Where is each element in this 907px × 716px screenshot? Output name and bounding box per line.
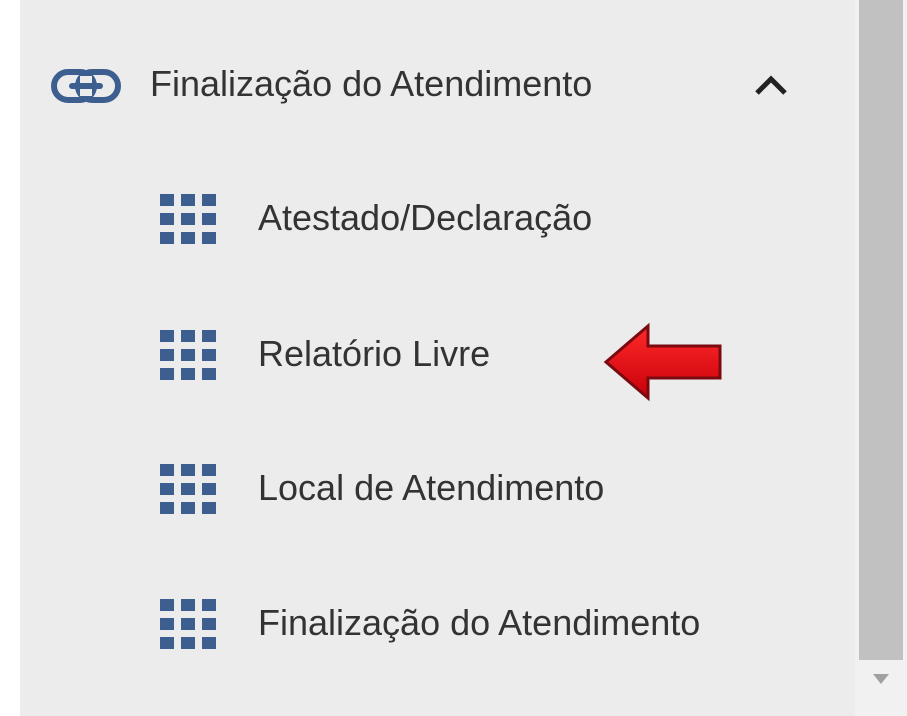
apps-grid-icon — [160, 599, 216, 649]
apps-grid-icon — [160, 194, 216, 244]
apps-grid-icon — [160, 464, 216, 514]
menu-item-finalizacao-do-atendimento[interactable]: Finalização do Atendimento — [140, 591, 840, 655]
link-icon — [51, 69, 121, 103]
chevron-up-icon[interactable] — [754, 74, 788, 96]
scrollbar-thumb[interactable] — [859, 0, 903, 660]
red-arrow-left-icon — [603, 322, 722, 402]
apps-grid-icon — [160, 330, 216, 380]
scroll-down-arrow-icon[interactable] — [869, 670, 893, 688]
menu-group-label: Finalização do Atendimento — [150, 63, 593, 104]
menu-item-atestado-declaracao[interactable]: Atestado/Declaração — [140, 186, 840, 250]
sidebar-panel: Finalização do Atendimento Atestado/Decl… — [20, 0, 855, 716]
menu-item-local-de-atendimento[interactable]: Local de Atendimento — [140, 456, 840, 520]
menu-item-label: Local de Atendimento — [258, 467, 605, 508]
vertical-scrollbar[interactable] — [855, 0, 907, 716]
menu-item-label: Atestado/Declaração — [258, 197, 593, 238]
menu-item-label: Relatório Livre — [258, 333, 491, 374]
menu-item-label: Finalização do Atendimento — [258, 602, 701, 643]
menu-item-relatorio-livre[interactable]: Relatório Livre — [140, 322, 840, 386]
menu-group-header[interactable]: Finalização do Atendimento — [50, 52, 810, 116]
